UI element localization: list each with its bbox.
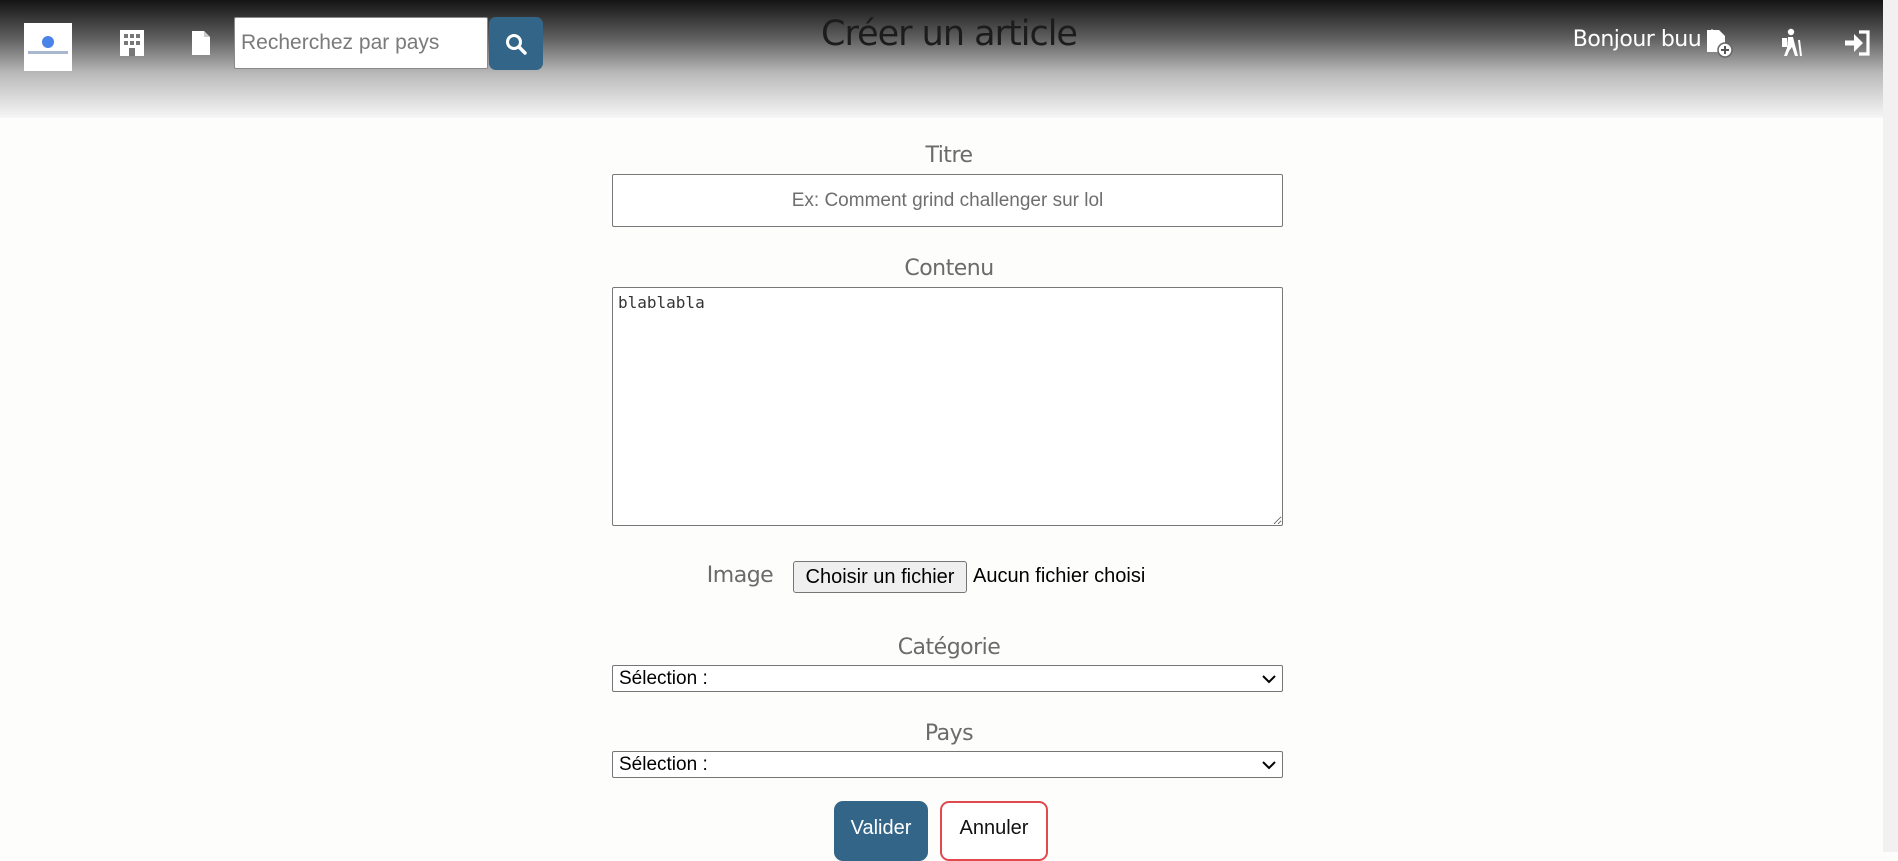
categorie-selected-value: Sélection : bbox=[619, 667, 708, 689]
titre-label: Titre bbox=[925, 143, 973, 168]
categorie-label: Catégorie bbox=[897, 635, 1001, 660]
chevron-down-icon bbox=[1262, 760, 1276, 769]
image-label: Image bbox=[706, 563, 774, 588]
titre-input[interactable] bbox=[612, 174, 1283, 227]
pays-select[interactable]: Sélection : bbox=[612, 751, 1283, 778]
chevron-down-icon bbox=[1262, 674, 1276, 683]
pays-selected-value: Sélection : bbox=[619, 753, 708, 775]
user-greeting: Bonjour buu ! bbox=[1572, 27, 1717, 52]
scrollbar[interactable] bbox=[1883, 0, 1898, 852]
contenu-textarea[interactable]: blablabla bbox=[612, 287, 1283, 526]
sign-in-icon[interactable] bbox=[1841, 26, 1875, 60]
top-navbar: Créer un article Bonjour buu ! bbox=[0, 0, 1898, 118]
contenu-label: Contenu bbox=[904, 256, 994, 281]
annuler-button[interactable]: Annuler bbox=[940, 801, 1048, 861]
hiking-icon[interactable] bbox=[1774, 26, 1808, 60]
choose-file-button[interactable]: Choisir un fichier bbox=[793, 561, 967, 593]
categorie-select[interactable]: Sélection : bbox=[612, 665, 1283, 692]
pays-label: Pays bbox=[924, 721, 974, 746]
file-add-icon[interactable] bbox=[1702, 26, 1736, 60]
valider-button[interactable]: Valider bbox=[834, 801, 928, 861]
file-status: Aucun fichier choisi bbox=[973, 565, 1146, 587]
